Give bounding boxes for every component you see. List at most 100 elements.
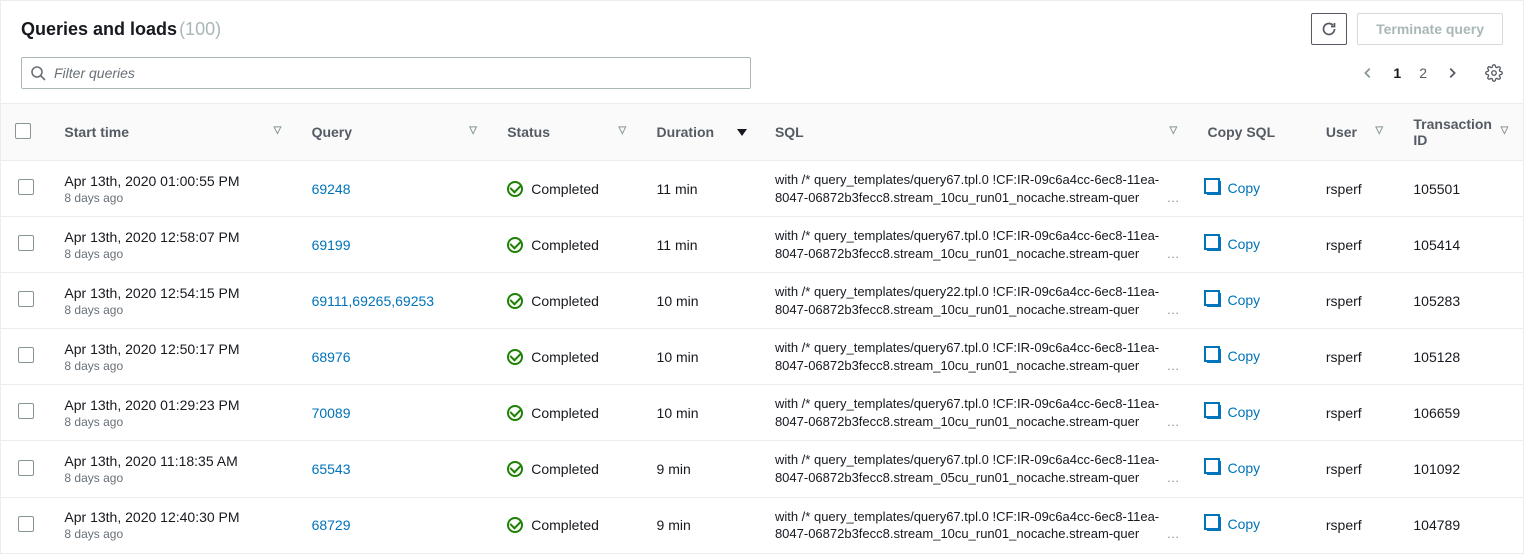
start-time: Apr 13th, 2020 12:58:07 PM	[64, 229, 283, 245]
col-header-user-label: User	[1326, 124, 1357, 140]
col-header-user[interactable]: User	[1312, 104, 1400, 161]
refresh-icon	[1321, 21, 1337, 37]
query-link[interactable]: 65543	[312, 461, 351, 477]
status-text: Completed	[531, 461, 599, 477]
copy-label: Copy	[1227, 348, 1260, 364]
query-link[interactable]: 70089	[312, 405, 351, 421]
col-header-copy: Copy SQL	[1193, 104, 1311, 161]
col-header-sql[interactable]: SQL	[761, 104, 1194, 161]
row-checkbox[interactable]	[18, 460, 34, 476]
duration-text: 9 min	[657, 517, 691, 533]
panel-sub-header: 1 2	[1, 53, 1523, 103]
pagination: 1 2	[1361, 64, 1503, 82]
table-settings-button[interactable]	[1485, 64, 1503, 82]
check-circle-icon	[507, 517, 523, 533]
ellipsis-icon: …	[1160, 189, 1179, 207]
query-link[interactable]: 68976	[312, 349, 351, 365]
table-row: Apr 13th, 2020 01:00:55 PM 8 days ago 69…	[1, 161, 1523, 217]
table-row: Apr 13th, 2020 12:54:15 PM 8 days ago 69…	[1, 273, 1523, 329]
row-checkbox[interactable]	[18, 179, 34, 195]
gear-icon	[1485, 64, 1503, 82]
status-text: Completed	[531, 293, 599, 309]
start-time: Apr 13th, 2020 01:29:23 PM	[64, 397, 283, 413]
start-time-relative: 8 days ago	[64, 527, 283, 541]
col-header-select	[1, 104, 50, 161]
copy-icon	[1207, 405, 1221, 419]
copy-sql-button[interactable]: Copy	[1207, 236, 1260, 252]
col-header-duration[interactable]: Duration	[643, 104, 761, 161]
sort-icon	[469, 127, 479, 137]
col-header-start-time[interactable]: Start time	[50, 104, 297, 161]
copy-sql-button[interactable]: Copy	[1207, 348, 1260, 364]
query-link[interactable]: 69111,69265,69253	[312, 293, 435, 309]
duration-text: 10 min	[657, 293, 699, 309]
col-header-copy-label: Copy SQL	[1207, 124, 1275, 140]
copy-sql-button[interactable]: Copy	[1207, 516, 1260, 532]
check-circle-icon	[507, 293, 523, 309]
row-checkbox[interactable]	[18, 347, 34, 363]
status-badge: Completed	[507, 181, 599, 197]
sort-icon	[1375, 127, 1385, 137]
table-row: Apr 13th, 2020 12:58:07 PM 8 days ago 69…	[1, 217, 1523, 273]
copy-sql-button[interactable]: Copy	[1207, 404, 1260, 420]
copy-icon	[1207, 461, 1221, 475]
copy-sql-button[interactable]: Copy	[1207, 460, 1260, 476]
sort-icon	[274, 127, 284, 137]
sql-snippet: with /* query_templates/query67.tpl.0 !C…	[775, 339, 1180, 374]
start-time: Apr 13th, 2020 01:00:55 PM	[64, 173, 283, 189]
copy-icon	[1207, 293, 1221, 307]
sql-snippet: with /* query_templates/query67.tpl.0 !C…	[775, 395, 1180, 430]
prev-page-button[interactable]	[1361, 66, 1375, 80]
user-text: rsperf	[1326, 405, 1362, 421]
select-all-checkbox[interactable]	[15, 123, 31, 139]
row-checkbox[interactable]	[18, 403, 34, 419]
sort-icon	[1169, 127, 1179, 137]
copy-icon	[1207, 237, 1221, 251]
start-time: Apr 13th, 2020 12:54:15 PM	[64, 285, 283, 301]
status-text: Completed	[531, 405, 599, 421]
start-time-relative: 8 days ago	[64, 191, 283, 205]
ellipsis-icon: …	[1160, 525, 1179, 543]
filter-input[interactable]	[21, 57, 751, 89]
sort-icon	[619, 127, 629, 137]
query-link[interactable]: 69199	[312, 237, 351, 253]
txn-id: 105283	[1413, 293, 1460, 309]
chevron-right-icon	[1445, 66, 1459, 80]
table-row: Apr 13th, 2020 12:40:30 PM 8 days ago 68…	[1, 497, 1523, 553]
ellipsis-icon: …	[1160, 357, 1179, 375]
col-header-txn[interactable]: Transaction ID	[1399, 104, 1523, 161]
copy-label: Copy	[1227, 460, 1260, 476]
filter-container	[21, 57, 751, 89]
check-circle-icon	[507, 405, 523, 421]
start-time-relative: 8 days ago	[64, 359, 283, 373]
header-actions: Terminate query	[1311, 13, 1503, 45]
col-header-query[interactable]: Query	[298, 104, 494, 161]
search-icon	[30, 65, 46, 81]
start-time-relative: 8 days ago	[64, 471, 283, 485]
panel-title-count: (100)	[179, 19, 221, 40]
refresh-button[interactable]	[1311, 13, 1347, 45]
user-text: rsperf	[1326, 461, 1362, 477]
row-checkbox[interactable]	[18, 291, 34, 307]
user-text: rsperf	[1326, 237, 1362, 253]
row-checkbox[interactable]	[18, 235, 34, 251]
query-link[interactable]: 69248	[312, 181, 351, 197]
query-link[interactable]: 68729	[312, 517, 351, 533]
next-page-button[interactable]	[1445, 66, 1459, 80]
check-circle-icon	[507, 461, 523, 477]
col-header-status[interactable]: Status	[493, 104, 642, 161]
terminate-query-button[interactable]: Terminate query	[1357, 13, 1503, 45]
user-text: rsperf	[1326, 181, 1362, 197]
page-2[interactable]: 2	[1419, 65, 1427, 81]
ellipsis-icon: …	[1160, 469, 1179, 487]
page-1[interactable]: 1	[1393, 65, 1401, 81]
col-header-query-label: Query	[312, 124, 352, 140]
table-header-row: Start time Query Status	[1, 104, 1523, 161]
start-time: Apr 13th, 2020 12:40:30 PM	[64, 509, 283, 525]
sql-snippet: with /* query_templates/query67.tpl.0 !C…	[775, 171, 1180, 206]
duration-text: 10 min	[657, 405, 699, 421]
copy-sql-button[interactable]: Copy	[1207, 292, 1260, 308]
copy-sql-button[interactable]: Copy	[1207, 180, 1260, 196]
start-time-relative: 8 days ago	[64, 415, 283, 429]
check-circle-icon	[507, 349, 523, 365]
